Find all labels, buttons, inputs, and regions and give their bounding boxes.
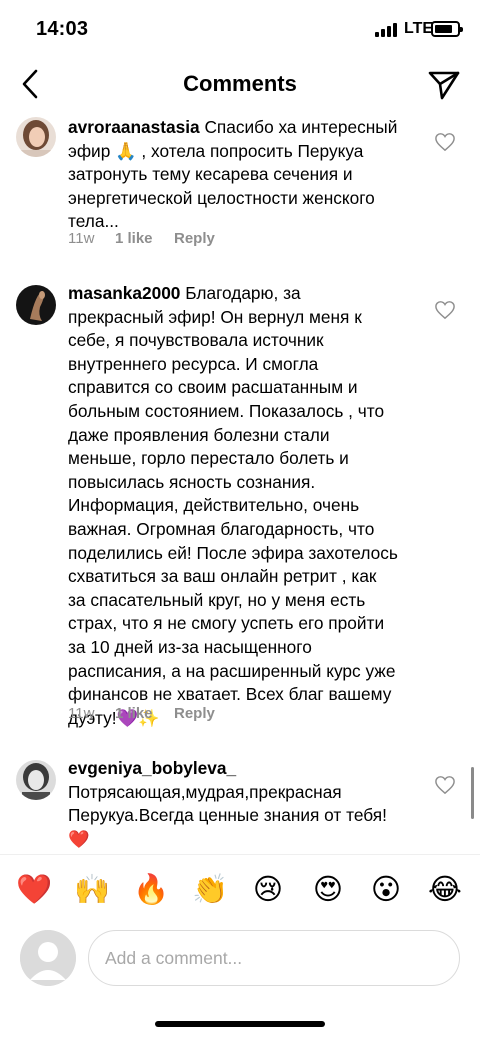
heart-icon[interactable] xyxy=(434,775,456,795)
emoji-heart[interactable]: ❤️ xyxy=(16,871,52,907)
comment-username[interactable]: avroraanastasia xyxy=(68,117,200,137)
heart-icon[interactable] xyxy=(434,300,456,320)
avatar[interactable] xyxy=(16,285,56,325)
emoji-tears-of-joy[interactable]: 😂 xyxy=(427,871,463,907)
comments-list[interactable]: avroraanastasia Спасибо ха интересный эф… xyxy=(0,112,480,854)
comment-content: Потрясающая,мудрая,прекрасная Перукуа.Вс… xyxy=(68,781,387,849)
header: Comments xyxy=(0,58,480,112)
comment-text: evgeniya_bobyleva_ Потрясающая,мудрая,пр… xyxy=(68,757,398,851)
comment-input[interactable] xyxy=(88,930,460,986)
comment-username[interactable]: evgeniya_bobyleva_ xyxy=(68,758,236,778)
comment-item: evgeniya_bobyleva_ Потрясающая,мудрая,пр… xyxy=(0,757,480,854)
comment-item: avroraanastasia Спасибо ха интересный эф… xyxy=(0,112,480,262)
home-indicator[interactable] xyxy=(155,1021,325,1027)
comment-likes[interactable]: 1 like xyxy=(115,230,174,247)
page-title: Comments xyxy=(183,71,297,96)
status-time: 14:03 xyxy=(36,18,89,40)
comment-meta: 11w 1 like Reply xyxy=(68,705,215,722)
scrollbar[interactable] xyxy=(471,767,474,819)
comment-content: Благодарю, за прекрасный эфир! Он вернул… xyxy=(68,283,398,728)
emoji-raised-hands[interactable]: 🙌 xyxy=(74,871,110,907)
comment-likes[interactable]: 1 like xyxy=(115,705,174,722)
comment-text: avroraanastasia Спасибо ха интересный эф… xyxy=(68,116,398,234)
emoji-reaction-bar: ❤️ 🙌 🔥 👏 😢 😍 😮 😂 xyxy=(0,854,480,924)
emoji-surprised-face[interactable]: 😮 xyxy=(368,871,404,907)
emoji-fire[interactable]: 🔥 xyxy=(133,871,169,907)
comment-meta: 11w 1 like Reply xyxy=(68,230,215,247)
emoji-clapping-hands[interactable]: 👏 xyxy=(192,871,228,907)
avatar xyxy=(20,930,76,986)
comment-item: masanka2000 Благодарю, за прекрасный эфи… xyxy=(0,282,480,732)
comment-time: 11w xyxy=(68,230,95,247)
heart-icon[interactable] xyxy=(434,132,456,152)
comment-username[interactable]: masanka2000 xyxy=(68,283,180,303)
emoji-heart-eyes[interactable]: 😍 xyxy=(310,871,346,907)
battery-icon xyxy=(431,21,463,37)
avatar[interactable] xyxy=(16,760,56,800)
emoji-crying-face[interactable]: 😢 xyxy=(250,871,286,907)
signal-strength-icon xyxy=(375,23,399,37)
default-avatar-icon xyxy=(20,930,76,986)
reply-button[interactable]: Reply xyxy=(174,230,215,247)
network-type: LTE xyxy=(404,20,434,37)
comment-time: 11w xyxy=(68,705,95,722)
status-bar: 14:03 LTE xyxy=(0,0,480,58)
paper-plane-icon xyxy=(428,71,460,100)
comment-composer xyxy=(0,924,480,994)
share-button[interactable] xyxy=(424,66,464,104)
avatar[interactable] xyxy=(16,117,56,157)
reply-button[interactable]: Reply xyxy=(174,705,215,722)
comment-text: masanka2000 Благодарю, за прекрасный эфи… xyxy=(68,282,398,730)
